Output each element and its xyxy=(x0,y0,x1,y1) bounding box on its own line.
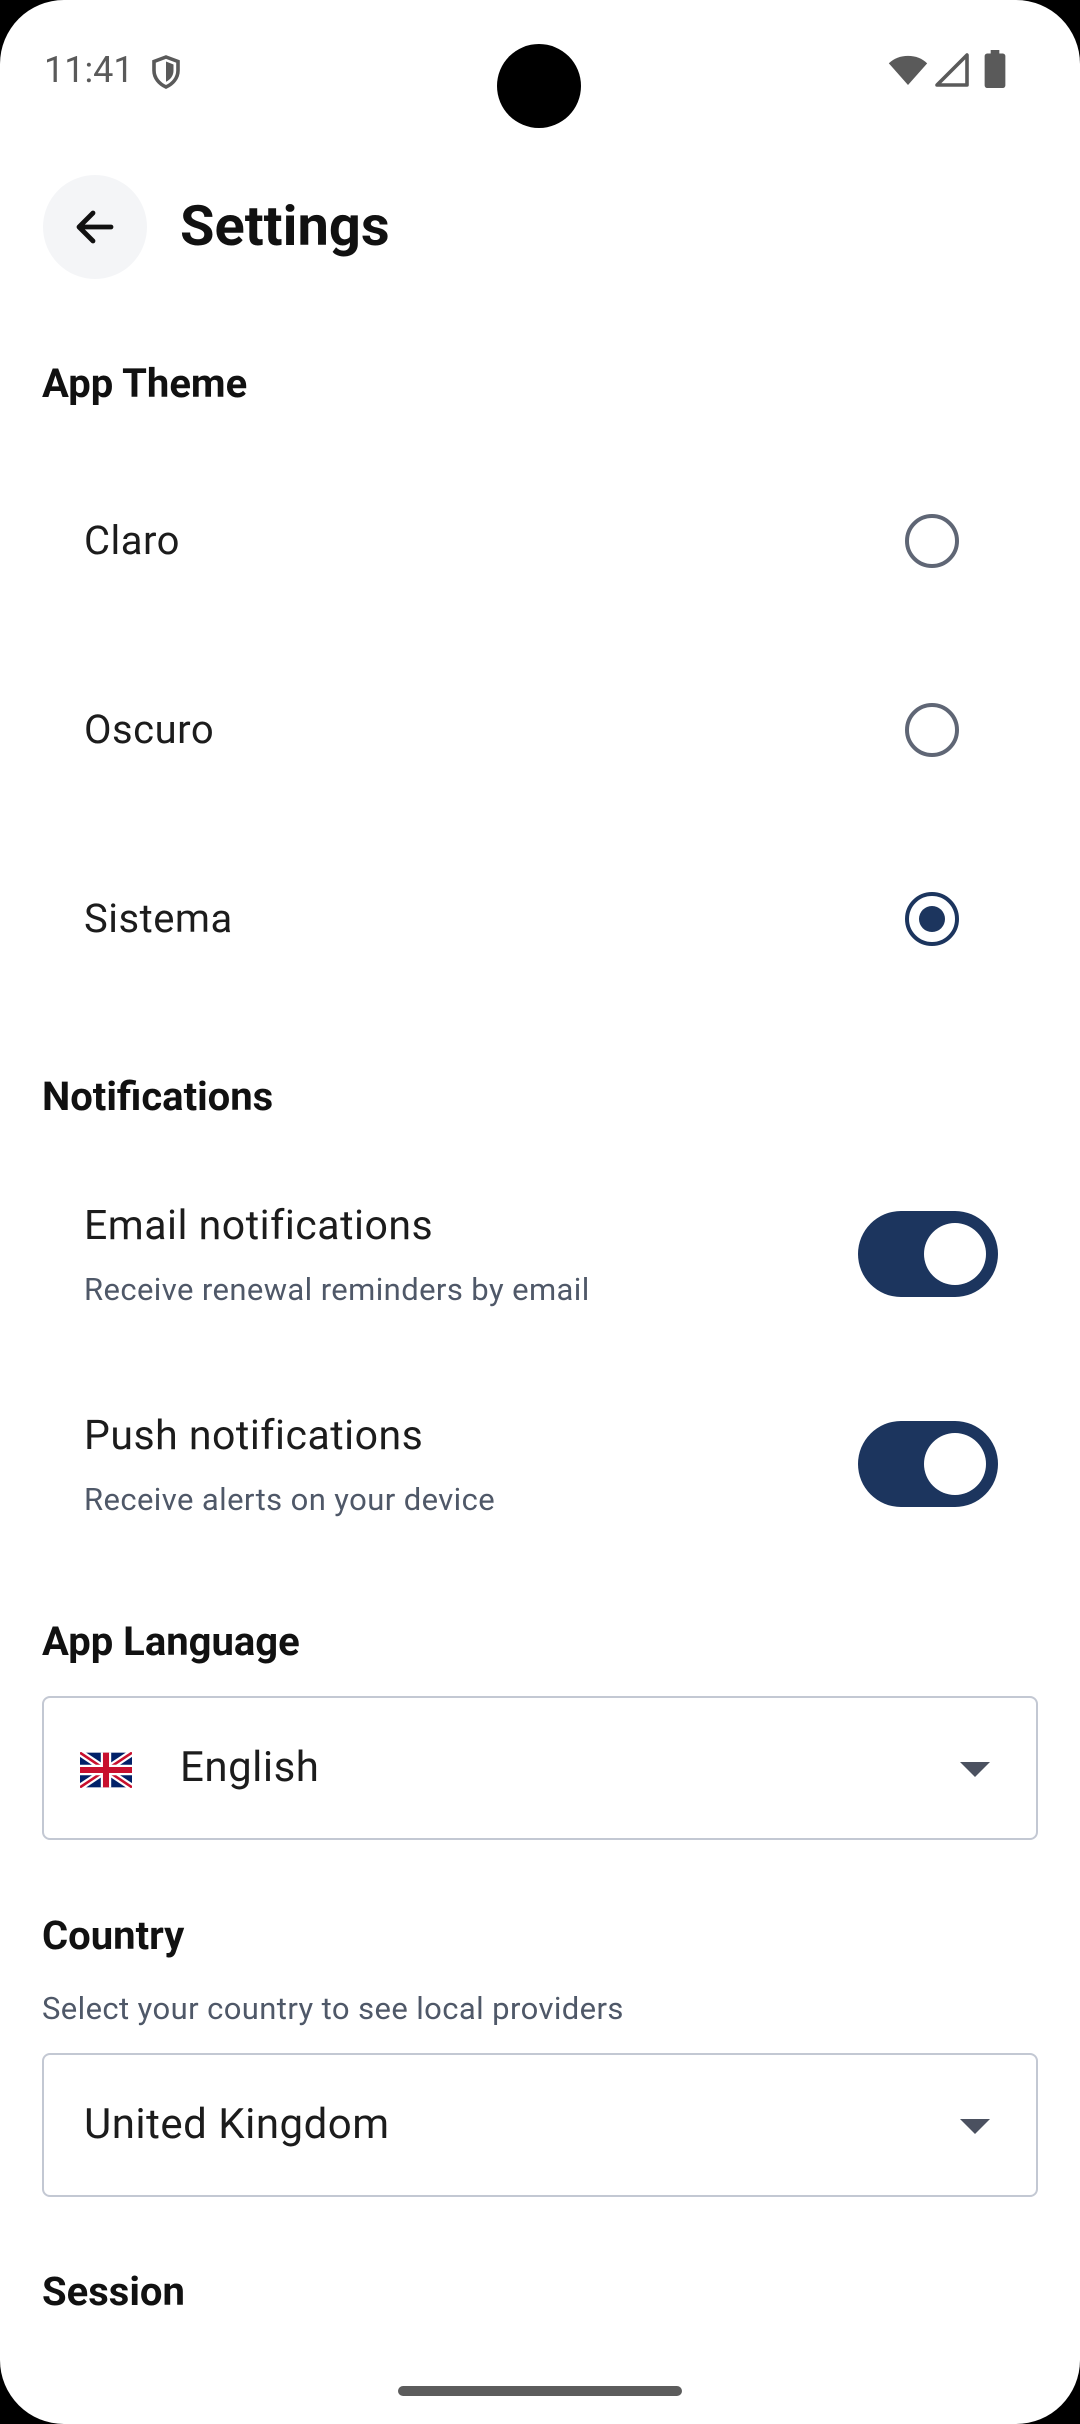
shield-icon xyxy=(152,55,180,89)
push-notifications-toggle[interactable] xyxy=(858,1421,998,1507)
dropdown-arrow-icon xyxy=(960,1762,990,1777)
section-heading-language: App Language xyxy=(42,1618,300,1665)
theme-option-label: Oscuro xyxy=(84,706,215,753)
country-subtitle: Select your country to see local provide… xyxy=(42,1990,624,2027)
wifi-icon xyxy=(888,55,928,85)
theme-option-label: Sistema xyxy=(84,895,233,942)
language-selected: English xyxy=(180,1743,320,1792)
status-time: 11:41 xyxy=(44,49,134,91)
theme-radio-sistema[interactable] xyxy=(905,892,959,946)
email-notifications-title: Email notifications xyxy=(84,1202,434,1250)
section-heading-theme: App Theme xyxy=(42,360,248,407)
camera-cutout xyxy=(497,44,581,128)
email-notifications-subtitle: Receive renewal reminders by email xyxy=(84,1271,590,1308)
back-button[interactable] xyxy=(43,175,147,279)
language-dropdown[interactable]: English xyxy=(42,1696,1038,1840)
country-dropdown[interactable]: United Kingdom xyxy=(42,2053,1038,2197)
section-heading-notifications: Notifications xyxy=(42,1073,274,1120)
push-notifications-title: Push notifications xyxy=(84,1412,424,1460)
country-selected: United Kingdom xyxy=(84,2100,390,2149)
theme-radio-claro[interactable] xyxy=(905,514,959,568)
uk-flag-icon xyxy=(80,1752,132,1788)
section-heading-country: Country xyxy=(42,1912,185,1959)
theme-option-label: Claro xyxy=(84,517,180,564)
section-heading-session: Session xyxy=(42,2268,185,2315)
toggle-knob xyxy=(924,1433,986,1495)
battery-icon xyxy=(984,50,1006,88)
cellular-signal-icon xyxy=(935,53,969,87)
toggle-knob xyxy=(924,1223,986,1285)
push-notifications-subtitle: Receive alerts on your device xyxy=(84,1481,496,1518)
arrow-back-icon xyxy=(76,210,114,244)
settings-screen: 11:41 Settings App Theme Claro Oscuro Si… xyxy=(0,0,1080,2424)
theme-radio-oscuro[interactable] xyxy=(905,703,959,757)
email-notifications-toggle[interactable] xyxy=(858,1211,998,1297)
home-indicator[interactable] xyxy=(398,2386,682,2396)
radio-selected-dot xyxy=(919,906,945,932)
page-title: Settings xyxy=(180,193,390,259)
dropdown-arrow-icon xyxy=(960,2119,990,2134)
